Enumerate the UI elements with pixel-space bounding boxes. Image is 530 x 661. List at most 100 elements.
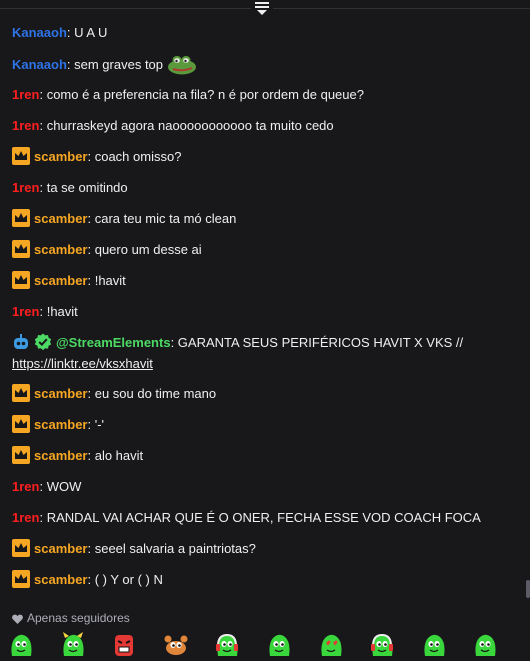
chat-message-text: ta se omitindo xyxy=(46,180,128,195)
chat-message: Kanaaoh: sem graves top xyxy=(12,53,510,75)
crown-badge-icon xyxy=(12,384,30,402)
username-separator: : xyxy=(87,572,95,587)
green-blob-heart-eyes-emote xyxy=(321,634,342,656)
crown-badge-icon xyxy=(12,415,30,433)
chat-username[interactable]: scamber xyxy=(34,448,87,463)
headset-blob-2-emote xyxy=(371,633,394,656)
username-separator: : xyxy=(39,118,47,133)
username-separator: : xyxy=(87,211,95,226)
chat-message-text: !havit xyxy=(94,273,126,288)
username-separator: : xyxy=(39,304,47,319)
chat-username[interactable]: 1ren xyxy=(12,180,39,195)
chat-message-text: '-' xyxy=(94,417,105,432)
green-blob-side-emote xyxy=(269,634,290,656)
chat-message-text: eu sou do time mano xyxy=(94,386,217,401)
chat-top-bar xyxy=(0,0,530,18)
chat-username[interactable]: scamber xyxy=(34,572,87,587)
chat-message-text: WOW xyxy=(46,479,82,494)
username-separator: : xyxy=(87,386,95,401)
chat-link[interactable]: https://linktr.ee/vksxhavit xyxy=(12,356,153,371)
red-angry-emote xyxy=(115,635,134,656)
chat-message: scamber: '-' xyxy=(12,414,510,435)
collapse-handle[interactable] xyxy=(251,0,273,18)
username-separator: : xyxy=(170,335,178,350)
chat-username[interactable]: scamber xyxy=(34,273,87,288)
followers-only-label: Apenas seguidores xyxy=(27,611,130,625)
headset-blob-emote xyxy=(216,633,239,656)
scrollbar-thumb[interactable] xyxy=(526,580,530,598)
chat-message-text: seeel salvaria a paintriotas? xyxy=(94,541,256,556)
chat-message-text: cara teu mic ta mó clean xyxy=(94,211,237,226)
bot-badge-icon xyxy=(14,334,28,349)
chat-message-text: ( ) Y or ( ) N xyxy=(94,572,163,587)
username-separator: : xyxy=(87,417,95,432)
verified-badge-icon xyxy=(34,333,52,351)
emote-button[interactable] xyxy=(8,632,34,658)
chat-message-text: quero um desse ai xyxy=(94,242,202,257)
crab-emote xyxy=(164,635,188,655)
green-horned-emote xyxy=(62,632,84,656)
chat-username[interactable]: scamber xyxy=(34,242,87,257)
green-blob-smile-emote xyxy=(475,634,496,656)
emote-button[interactable] xyxy=(214,632,240,658)
crown-badge-icon xyxy=(12,147,30,165)
chat-username[interactable]: Kanaaoh xyxy=(12,25,67,40)
chat-username[interactable]: 1ren xyxy=(12,118,39,133)
username-separator: : xyxy=(87,273,95,288)
collapse-icon xyxy=(255,2,269,15)
emote-button[interactable] xyxy=(266,632,292,658)
emote-button[interactable] xyxy=(472,632,498,658)
chat-message: Kanaaoh: U A U xyxy=(12,22,510,43)
username-separator: : xyxy=(87,448,95,463)
crown-badge-icon xyxy=(12,240,30,258)
chat-username[interactable]: scamber xyxy=(34,541,87,556)
chat-message-text: alo havit xyxy=(94,448,144,463)
username-separator: : xyxy=(39,479,47,494)
emote-button[interactable] xyxy=(60,632,86,658)
crown-badge-icon xyxy=(12,570,30,588)
heart-icon xyxy=(12,614,23,624)
emote-button[interactable] xyxy=(421,632,447,658)
chat-footer: Apenas seguidores xyxy=(0,606,530,659)
chat-message: scamber: !havit xyxy=(12,270,510,291)
chat-username[interactable]: scamber xyxy=(34,211,87,226)
chat-username[interactable]: scamber xyxy=(34,386,87,401)
username-separator: : xyxy=(39,87,47,102)
chat-message: 1ren: WOW xyxy=(12,476,510,497)
crown-badge-icon xyxy=(12,539,30,557)
username-separator: : xyxy=(39,180,47,195)
chat-username[interactable]: scamber xyxy=(34,149,87,164)
chat-username[interactable]: @StreamElements xyxy=(56,335,171,350)
username-separator: : xyxy=(87,541,95,556)
chat-username[interactable]: Kanaaoh xyxy=(12,57,67,72)
chat-message-text: RANDAL VAI ACHAR QUE É O ONER, FECHA ESS… xyxy=(46,510,481,525)
emote-button[interactable] xyxy=(318,632,344,658)
emote-button[interactable] xyxy=(163,632,189,658)
chat-message: scamber: ( ) Y or ( ) N xyxy=(12,569,510,590)
chat-message: scamber: cara teu mic ta mó clean xyxy=(12,208,510,229)
chat-message: 1ren: como é a preferencia na fila? n é … xyxy=(12,84,510,105)
chat-message-text: sem graves top xyxy=(74,57,164,72)
chat-message-list[interactable]: Kanaaoh: U A U Kanaaoh: sem graves top 1r… xyxy=(0,18,518,602)
crown-badge-icon xyxy=(12,209,30,227)
username-separator: : xyxy=(39,510,47,525)
username-separator: : xyxy=(87,242,95,257)
green-blob-emote xyxy=(11,634,32,656)
chat-username[interactable]: 1ren xyxy=(12,87,39,102)
pepe-frog-emote xyxy=(167,56,196,75)
emote-button[interactable] xyxy=(111,632,137,658)
chat-username[interactable]: 1ren xyxy=(12,479,39,494)
chat-message-text: GARANTA SEUS PERIFÉRICOS HAVIT X VKS // xyxy=(177,335,464,350)
chat-message-text: churraskeyd agora naooooooooooo ta muito… xyxy=(46,118,334,133)
emote-button[interactable] xyxy=(369,632,395,658)
chat-username[interactable]: scamber xyxy=(34,417,87,432)
chat-username[interactable]: 1ren xyxy=(12,510,39,525)
chat-message-text: U A U xyxy=(74,25,108,40)
followers-only-indicator: Apenas seguidores xyxy=(12,611,130,625)
emote-bar xyxy=(8,632,522,658)
chat-message: scamber: quero um desse ai xyxy=(12,239,510,260)
chat-username[interactable]: 1ren xyxy=(12,304,39,319)
chat-message: scamber: eu sou do time mano xyxy=(12,383,510,404)
chat-message: scamber: seeel salvaria a paintriotas? xyxy=(12,538,510,559)
chat-message: scamber: alo havit xyxy=(12,445,510,466)
